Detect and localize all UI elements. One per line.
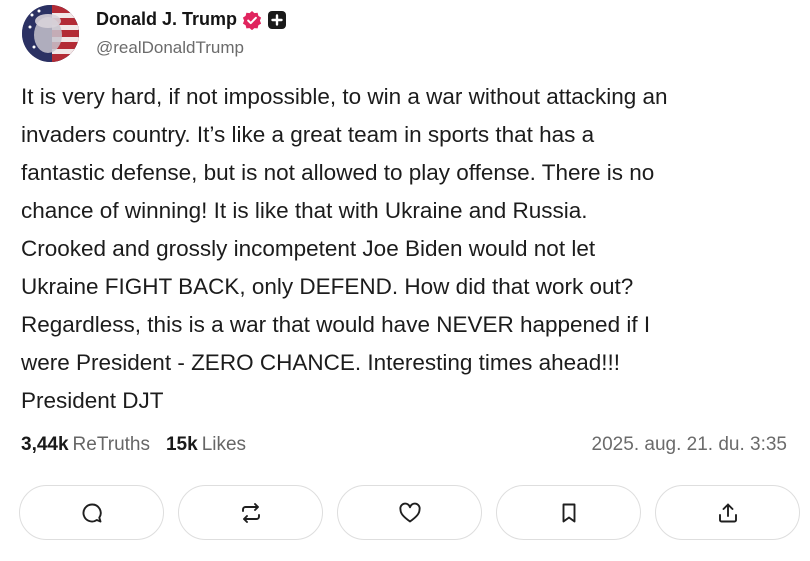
author-handle[interactable]: @realDonaldTrump [96, 38, 244, 58]
reply-button[interactable] [19, 485, 164, 540]
retruths-label[interactable]: ReTruths [73, 434, 150, 456]
share-button[interactable] [655, 485, 800, 540]
like-button[interactable] [337, 485, 482, 540]
author-display-name[interactable]: Donald J. Trump [96, 9, 237, 30]
post-line: chance of winning! It is like that with … [21, 198, 588, 223]
avatar[interactable] [22, 5, 79, 62]
post-line: fantastic defense, but is not allowed to… [21, 160, 655, 185]
likes-label[interactable]: Likes [202, 434, 246, 456]
post-line: President DJT [21, 388, 164, 413]
post-line: invaders country. It’s like a great team… [21, 122, 595, 147]
likes-count[interactable]: 15k [166, 434, 198, 456]
retruth-icon [241, 502, 260, 523]
post-line: Regardless, this is a war that would hav… [21, 312, 651, 337]
retruth-button[interactable] [178, 485, 323, 540]
post-line: It is very hard, if not impossible, to w… [21, 84, 668, 109]
post-stats: 3,44k ReTruths 15k Likes 2025. aug. 21. … [21, 434, 787, 456]
flag-portrait-avatar-icon [22, 5, 79, 62]
post-line: were President - ZERO CHANCE. Interestin… [21, 350, 620, 375]
share-icon [718, 503, 737, 522]
author-name-row: Donald J. Trump [96, 9, 287, 30]
bookmark-button[interactable] [496, 485, 641, 540]
post-text: It is very hard, if not impossible, to w… [21, 78, 801, 420]
post-line: Ukraine FIGHT BACK, only DEFEND. How did… [21, 274, 634, 299]
post-timestamp[interactable]: 2025. aug. 21. du. 3:35 [592, 434, 787, 456]
action-bar [19, 485, 800, 540]
reply-icon [82, 503, 102, 522]
retruths-count[interactable]: 3,44k [21, 434, 69, 456]
verified-badge-icon [242, 10, 262, 30]
bookmark-icon [562, 503, 575, 522]
heart-icon [398, 502, 421, 522]
post-line: Crooked and grossly incompetent Joe Bide… [21, 236, 596, 261]
plus-badge-icon [267, 10, 287, 30]
